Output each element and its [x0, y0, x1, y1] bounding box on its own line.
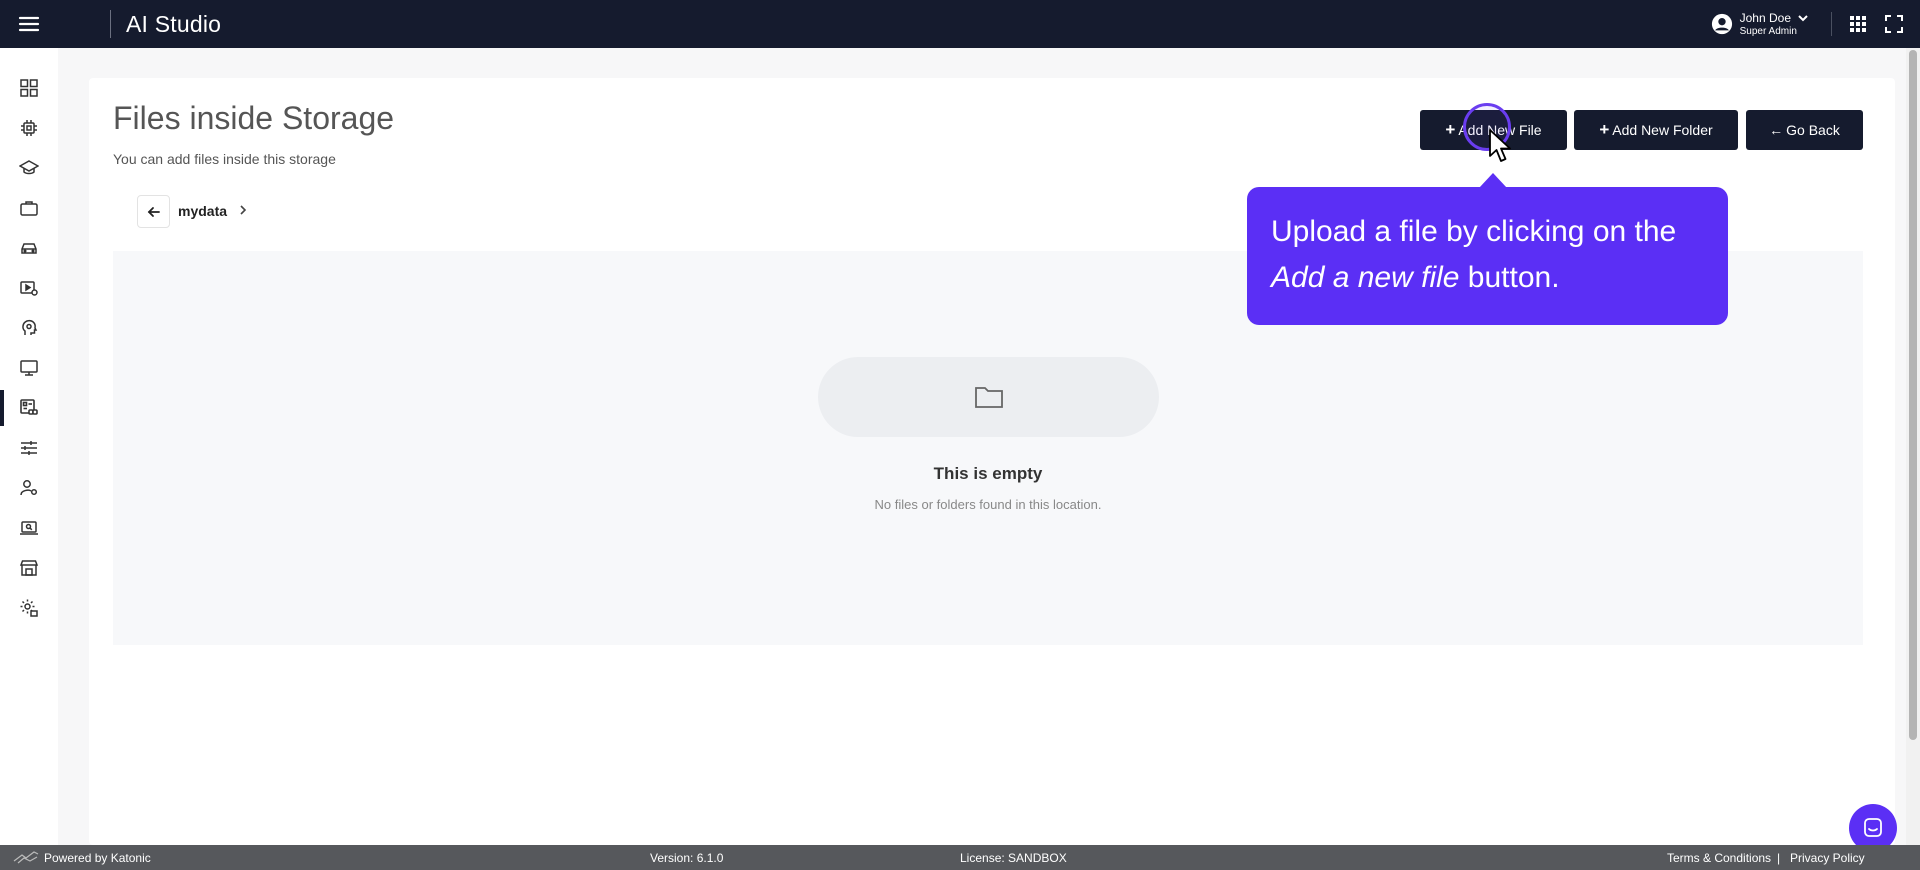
chevron-down-icon [1798, 14, 1808, 21]
chevron-right-icon [237, 202, 251, 218]
sidebar-item-users[interactable] [0, 470, 58, 506]
footer-separator: | [1777, 851, 1781, 865]
store-icon [19, 560, 39, 576]
go-back-label: Go Back [1786, 122, 1840, 138]
sidebar-item-media[interactable] [0, 270, 58, 306]
sidebar-item-storage[interactable] [0, 390, 58, 426]
fullscreen-icon[interactable] [1884, 14, 1904, 34]
go-back-button[interactable]: ← Go Back [1746, 110, 1863, 150]
user-settings-icon [20, 480, 38, 496]
sidebar-item-marketplace[interactable] [0, 550, 58, 586]
folder-icon [974, 387, 1003, 408]
katonic-logo-icon [13, 851, 39, 864]
page-subtitle: You can add files inside this storage [113, 151, 336, 167]
sidebar-item-settings[interactable] [0, 430, 58, 466]
breadcrumb-current[interactable]: mydata [178, 203, 227, 219]
sidebar-item-projects[interactable] [0, 190, 58, 226]
sidebar-item-monitoring[interactable] [0, 510, 58, 546]
briefcase-icon [20, 201, 38, 216]
sidebar-item-learning[interactable] [0, 150, 58, 186]
tooltip-text-before: Upload a file by clicking on the [1271, 215, 1677, 248]
chip-icon [21, 120, 37, 136]
page-title: Files inside Storage [113, 100, 395, 136]
mouse-cursor-icon [1489, 129, 1511, 162]
empty-message: No files or folders found in this locati… [874, 497, 1102, 512]
head-settings-icon [22, 319, 38, 335]
privacy-link[interactable]: Privacy Policy [1790, 851, 1865, 865]
sidebar-item-ai-settings[interactable] [0, 310, 58, 346]
laptop-search-icon [20, 521, 38, 535]
user-name: John Doe [1739, 10, 1791, 25]
terms-link[interactable]: Terms & Conditions [1667, 851, 1771, 865]
add-new-folder-label: Add New Folder [1612, 122, 1713, 138]
graduation-cap-icon [19, 160, 39, 175]
footer: Powered by Katonic Version: 6.1.0 Licens… [0, 845, 1920, 870]
sidebar-item-dashboard[interactable] [0, 70, 58, 106]
add-new-folder-button[interactable]: + Add New Folder [1574, 110, 1738, 150]
license-text: License: SANDBOX [960, 851, 1067, 865]
top-bar: AI Studio John Doe Super Admin [0, 0, 1920, 48]
sidebar-item-models[interactable] [0, 110, 58, 146]
breadcrumb-back-button[interactable] [137, 195, 170, 228]
topbar-separator [1831, 12, 1832, 36]
empty-title: This is empty [933, 464, 1043, 483]
apps-grid-icon[interactable] [1848, 14, 1868, 34]
sidebar-item-admin[interactable] [0, 590, 58, 626]
tooltip-text-emphasis: Add a new file [1271, 261, 1460, 294]
tooltip-arrow [1479, 173, 1507, 188]
user-menu[interactable]: John Doe Super Admin [1711, 12, 1809, 37]
scrollbar-thumb[interactable] [1909, 50, 1917, 740]
user-avatar-icon [1711, 13, 1732, 35]
sliders-icon [21, 441, 37, 455]
monitor-icon [20, 360, 38, 376]
car-icon [21, 243, 37, 254]
video-settings-icon [20, 281, 38, 296]
sidebar-item-workspaces[interactable] [0, 350, 58, 386]
storage-link-icon [20, 399, 38, 415]
arrow-left-icon [147, 206, 160, 217]
dashboard-icon [20, 79, 38, 97]
menu-icon[interactable] [0, 0, 58, 48]
sidebar-item-vehicles[interactable] [0, 230, 58, 266]
version-text: Version: 6.1.0 [650, 851, 724, 865]
user-role: Super Admin [1739, 25, 1797, 37]
powered-by-text: Powered by Katonic [44, 851, 151, 865]
vertical-scrollbar[interactable] [1906, 48, 1920, 845]
sidebar [0, 48, 58, 845]
empty-folder-badge [818, 357, 1159, 437]
arrow-left-icon: ← [1769, 122, 1784, 138]
chat-icon [1864, 818, 1882, 837]
gear-lock-icon [20, 599, 38, 617]
plus-icon: + [1599, 120, 1610, 139]
topbar-divider [110, 10, 111, 38]
guide-tooltip: Upload a file by clicking on the Add a n… [1247, 173, 1728, 325]
plus-icon: + [1445, 120, 1456, 139]
tooltip-text-after: button. [1459, 261, 1560, 294]
app-title: AI Studio [126, 10, 222, 37]
